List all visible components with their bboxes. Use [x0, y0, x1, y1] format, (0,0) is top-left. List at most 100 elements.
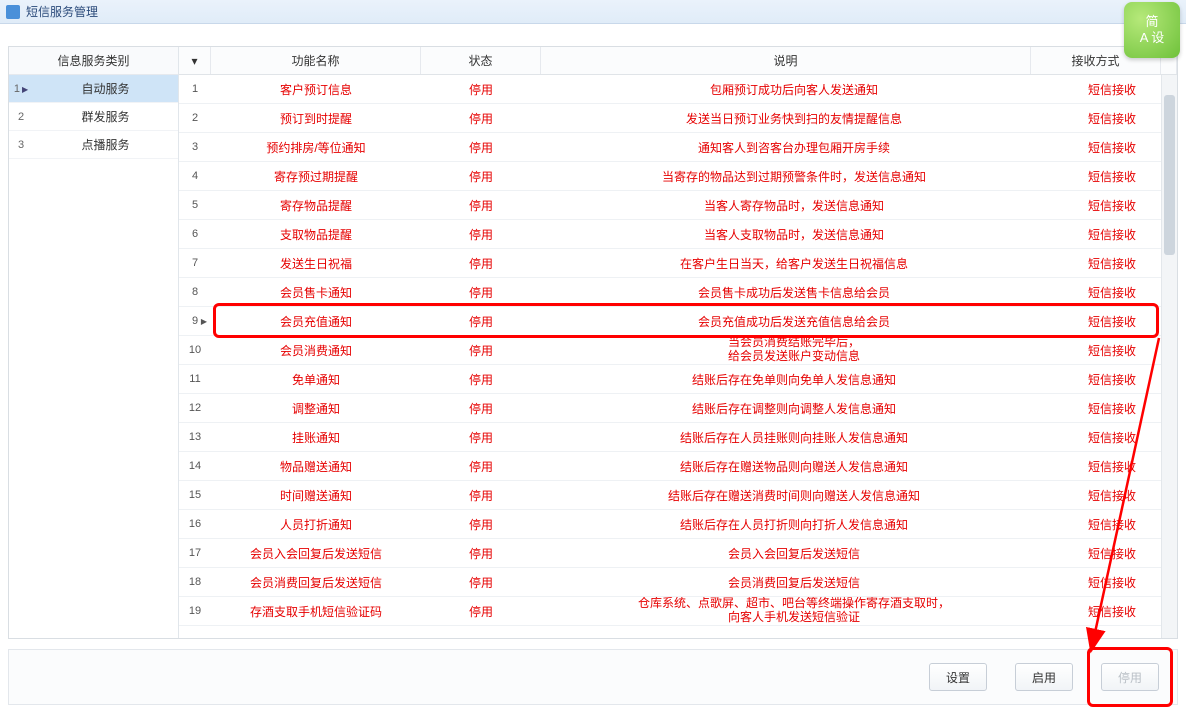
row-state: 停用 — [421, 313, 541, 330]
row-name: 寄存物品提醒 — [211, 197, 421, 214]
row-state: 停用 — [421, 110, 541, 127]
table-row[interactable]: 9会员充值通知停用会员充值成功后发送充值信息给会员短信接收 — [179, 307, 1177, 336]
row-state: 停用 — [421, 255, 541, 272]
row-recv: 短信接收 — [1047, 110, 1177, 127]
row-index: 7 — [179, 257, 211, 269]
table-row[interactable]: 10会员消费通知停用当会员消费结账完毕后，给会员发送账户变动信息短信接收 — [179, 336, 1177, 365]
row-state: 停用 — [421, 516, 541, 533]
table-row[interactable]: 5寄存物品提醒停用当客人寄存物品时，发送信息通知短信接收 — [179, 191, 1177, 220]
row-state: 停用 — [421, 487, 541, 504]
row-index: 4 — [179, 170, 211, 182]
row-index: 13 — [179, 431, 211, 443]
row-recv: 短信接收 — [1047, 545, 1177, 562]
row-index: 14 — [179, 460, 211, 472]
row-index: 12 — [179, 402, 211, 414]
row-state: 停用 — [421, 168, 541, 185]
row-name: 会员消费通知 — [211, 342, 421, 359]
row-name: 会员消费回复后发送短信 — [211, 574, 421, 591]
row-recv: 短信接收 — [1047, 81, 1177, 98]
grid-header: ▾ 功能名称 状态 说明 接收方式 — [179, 47, 1177, 75]
row-index: 11 — [179, 373, 211, 385]
row-name: 客户预订信息 — [211, 81, 421, 98]
row-name: 存酒支取手机短信验证码 — [211, 603, 421, 620]
sidebar-item-label: 群发服务 — [33, 108, 178, 125]
table-row[interactable]: 16人员打折通知停用结账后存在人员打折则向打折人发信息通知短信接收 — [179, 510, 1177, 539]
row-desc: 结账后存在赠送物品则向赠送人发信息通知 — [541, 458, 1047, 475]
sidebar-item-1[interactable]: 2群发服务 — [9, 103, 178, 131]
row-recv: 短信接收 — [1047, 574, 1177, 591]
row-desc: 当客人寄存物品时，发送信息通知 — [541, 197, 1047, 214]
row-state: 停用 — [421, 342, 541, 359]
settings-button[interactable]: 设置 — [929, 663, 987, 691]
grid-header-name[interactable]: 功能名称 — [211, 47, 421, 74]
sidebar-header: 信息服务类别 — [9, 47, 178, 75]
row-state: 停用 — [421, 226, 541, 243]
grid-header-desc[interactable]: 说明 — [541, 47, 1031, 74]
sidebar-item-index: 3 — [9, 139, 33, 151]
table-row[interactable]: 15时间赠送通知停用结账后存在赠送消费时间则向赠送人发信息通知短信接收 — [179, 481, 1177, 510]
row-desc: 会员售卡成功后发送售卡信息给会员 — [541, 284, 1047, 301]
sidebar-item-2[interactable]: 3点播服务 — [9, 131, 178, 159]
row-index: 3 — [179, 141, 211, 153]
scrollbar-thumb[interactable] — [1164, 95, 1175, 255]
vertical-scrollbar[interactable] — [1161, 75, 1177, 638]
table-row[interactable]: 14物品赠送通知停用结账后存在赠送物品则向赠送人发信息通知短信接收 — [179, 452, 1177, 481]
disable-button[interactable]: 停用 — [1101, 663, 1159, 691]
row-recv: 短信接收 — [1047, 284, 1177, 301]
row-recv: 短信接收 — [1047, 342, 1177, 359]
row-desc: 会员入会回复后发送短信 — [541, 545, 1047, 562]
enable-button[interactable]: 启用 — [1015, 663, 1073, 691]
row-state: 停用 — [421, 545, 541, 562]
grid-header-state[interactable]: 状态 — [421, 47, 541, 74]
row-state: 停用 — [421, 603, 541, 620]
table-row[interactable]: 4寄存预过期提醒停用当寄存的物品达到过期预警条件时，发送信息通知短信接收 — [179, 162, 1177, 191]
table-row[interactable]: 18会员消费回复后发送短信停用会员消费回复后发送短信短信接收 — [179, 568, 1177, 597]
row-recv: 短信接收 — [1047, 400, 1177, 417]
row-name: 会员售卡通知 — [211, 284, 421, 301]
row-desc: 结账后存在人员挂账则向挂账人发信息通知 — [541, 429, 1047, 446]
table-row[interactable]: 1客户预订信息停用包厢预订成功后向客人发送通知短信接收 — [179, 75, 1177, 104]
row-recv: 短信接收 — [1047, 516, 1177, 533]
row-name: 免单通知 — [211, 371, 421, 388]
row-recv: 短信接收 — [1047, 139, 1177, 156]
sidebar-item-label: 点播服务 — [33, 136, 178, 153]
row-name: 预约排房/等位通知 — [211, 139, 421, 156]
table-row[interactable]: 19存酒支取手机短信验证码停用仓库系统、点歌屏、超市、吧台等终端操作寄存酒支取时… — [179, 597, 1177, 626]
table-row[interactable]: 17会员入会回复后发送短信停用会员入会回复后发送短信短信接收 — [179, 539, 1177, 568]
badge-line1: 简 — [1145, 14, 1158, 30]
row-desc: 在客户生日当天，给客户发送生日祝福信息 — [541, 255, 1047, 272]
row-index: 9 — [179, 315, 211, 327]
table-row[interactable]: 12调整通知停用结账后存在调整则向调整人发信息通知短信接收 — [179, 394, 1177, 423]
row-state: 停用 — [421, 371, 541, 388]
grid-body: 1客户预订信息停用包厢预订成功后向客人发送通知短信接收2预订到时提醒停用发送当日… — [179, 75, 1177, 638]
sidebar: 信息服务类别 1自动服务2群发服务3点播服务 — [9, 47, 179, 638]
row-desc: 仓库系统、点歌屏、超市、吧台等终端操作寄存酒支取时，向客人手机发送短信验证 — [541, 597, 1047, 625]
table-row[interactable]: 2预订到时提醒停用发送当日预订业务快到扫的友情提醒信息短信接收 — [179, 104, 1177, 133]
table-row[interactable]: 13挂账通知停用结账后存在人员挂账则向挂账人发信息通知短信接收 — [179, 423, 1177, 452]
row-recv: 短信接收 — [1047, 255, 1177, 272]
table-row[interactable]: 3预约排房/等位通知停用通知客人到咨客台办理包厢开房手续短信接收 — [179, 133, 1177, 162]
corner-badge: 简 A 设 — [1124, 2, 1180, 58]
title-bar: 短信服务管理 — [0, 0, 1186, 24]
row-desc: 当会员消费结账完毕后，给会员发送账户变动信息 — [541, 336, 1047, 364]
sidebar-item-0[interactable]: 1自动服务 — [9, 75, 178, 103]
table-row[interactable]: 6支取物品提醒停用当客人支取物品时，发送信息通知短信接收 — [179, 220, 1177, 249]
row-desc: 当寄存的物品达到过期预警条件时，发送信息通知 — [541, 168, 1047, 185]
table-row[interactable]: 8会员售卡通知停用会员售卡成功后发送售卡信息给会员短信接收 — [179, 278, 1177, 307]
grid-header-corner[interactable]: ▾ — [179, 47, 211, 74]
row-state: 停用 — [421, 81, 541, 98]
row-recv: 短信接收 — [1047, 487, 1177, 504]
table-row[interactable]: 11免单通知停用结账后存在免单则向免单人发信息通知短信接收 — [179, 365, 1177, 394]
row-recv: 短信接收 — [1047, 603, 1177, 620]
row-name: 人员打折通知 — [211, 516, 421, 533]
row-name: 会员充值通知 — [211, 313, 421, 330]
row-desc: 结账后存在赠送消费时间则向赠送人发信息通知 — [541, 487, 1047, 504]
row-name: 预订到时提醒 — [211, 110, 421, 127]
table-row[interactable]: 7发送生日祝福停用在客户生日当天，给客户发送生日祝福信息短信接收 — [179, 249, 1177, 278]
row-index: 2 — [179, 112, 211, 124]
row-state: 停用 — [421, 197, 541, 214]
row-state: 停用 — [421, 284, 541, 301]
row-state: 停用 — [421, 574, 541, 591]
row-state: 停用 — [421, 429, 541, 446]
footer-bar: 设置 启用 停用 — [8, 649, 1178, 705]
